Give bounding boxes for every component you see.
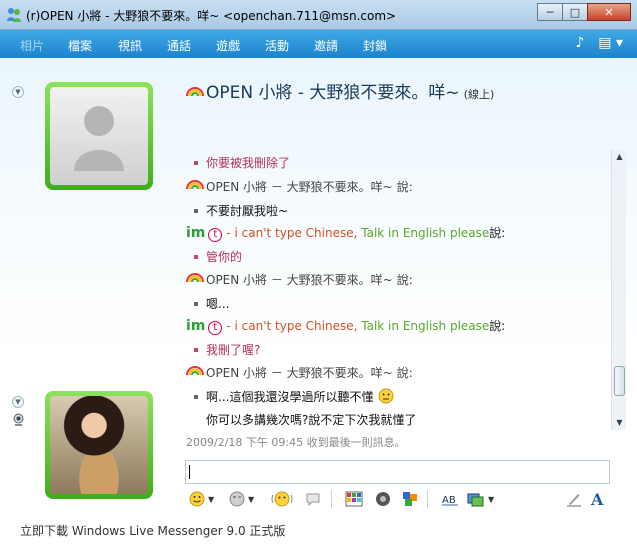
close-button[interactable]: ✕: [587, 3, 631, 21]
minimize-button[interactable]: ─: [537, 3, 563, 21]
menu-item-activities[interactable]: 活動: [265, 37, 289, 54]
font-ab-icon: AB: [442, 495, 458, 506]
handwriting-button[interactable]: [566, 489, 582, 509]
thinking-emoticon-icon: [378, 388, 394, 404]
speaker-icon: [376, 492, 390, 506]
svg-text:AB: AB: [442, 495, 456, 506]
t-badge-icon: t: [208, 228, 223, 242]
smiley-icon: [189, 491, 205, 507]
voice-clip-button[interactable]: ▼: [229, 489, 254, 509]
speech-bubble-icon: [306, 493, 320, 507]
message-line: 你可以多講幾次嗎?說不定下次我就懂了: [206, 413, 417, 427]
t-badge-icon: t: [208, 321, 223, 335]
menu-bar: 相片 檔案 視訊 通話 遊戲 活動 邀請 封鎖 ♪ ▤ ▾: [0, 30, 637, 58]
font-button[interactable]: AB: [441, 489, 459, 509]
color-grid-icon: [345, 491, 363, 507]
games-button[interactable]: [401, 489, 419, 509]
chat-history: 你要被我刪除了 OPEN 小將 － 大野狼不要來。咩~ 說: 不要討厭我啦~ im…: [186, 136, 610, 448]
options-menu-icon[interactable]: ▤ ▾: [598, 35, 623, 51]
sender-line: OPEN 小將 － 大野狼不要來。咩~ 說:: [186, 178, 413, 195]
default-user-icon: [74, 106, 124, 171]
sender-line: OPEN 小將 － 大野狼不要來。咩~ 說:: [186, 271, 413, 288]
text-format-icon[interactable]: A: [591, 489, 603, 509]
sender-line: OPEN 小將 － 大野狼不要來。咩~ 說:: [186, 364, 413, 381]
scroll-up-icon[interactable]: ▲: [612, 150, 627, 164]
menu-item-block[interactable]: 封鎖: [363, 37, 387, 54]
pen-icon: [567, 494, 581, 507]
sender-line: im t - i can't type Chinese, Talk in Engli…: [186, 318, 506, 335]
menu-item-games[interactable]: 遊戲: [216, 37, 240, 54]
message-line: 管你的: [186, 248, 242, 265]
title-bar: (r)OPEN 小將 - 大野狼不要來。咩~ <openchan.711@msn…: [0, 0, 637, 30]
rainbow-icon: [186, 87, 204, 96]
send-file-button[interactable]: ▼: [467, 489, 494, 509]
sender-line: im t - i can't type Chinese, Talk in Engli…: [186, 225, 506, 242]
collapse-contact-icon[interactable]: ▼: [12, 86, 24, 98]
messenger-buddy-icon: [7, 8, 21, 22]
maximize-button[interactable]: □: [562, 3, 588, 21]
music-note-icon[interactable]: ♪: [575, 35, 584, 51]
rainbow-icon: [186, 180, 204, 189]
message-line: 嗯...: [186, 295, 229, 312]
wink-icon: [229, 491, 245, 507]
rainbow-icon: [186, 366, 204, 375]
emoticon-button[interactable]: ▼: [189, 489, 214, 509]
webcam-icon[interactable]: [12, 413, 25, 426]
chevron-down-icon: ▼: [208, 494, 215, 504]
collapse-own-avatar-icon[interactable]: ▼: [12, 396, 24, 408]
message-input[interactable]: [185, 460, 610, 484]
own-avatar[interactable]: [45, 391, 153, 499]
input-toolbar: ▼ ▼ AB ▼ A: [185, 486, 610, 512]
audio-button[interactable]: [375, 489, 391, 509]
chevron-down-icon: ▼: [248, 494, 255, 504]
menu-item-video[interactable]: 視訊: [118, 37, 142, 54]
wink-button[interactable]: [305, 489, 321, 509]
nudge-icon: [271, 491, 293, 507]
contact-avatar[interactable]: [45, 82, 153, 190]
last-message-timestamp: 2009/2/18 下午 09:45 收到最後一則訊息。: [186, 436, 406, 448]
contact-name: OPEN 小將 - 大野狼不要來。咩~: [206, 83, 460, 103]
menu-item-files[interactable]: 檔案: [68, 37, 92, 54]
own-avatar-photo: [50, 396, 148, 494]
history-scrollbar[interactable]: ▲ ▼: [611, 150, 626, 430]
picture-icon: [467, 493, 484, 507]
scroll-thumb[interactable]: [614, 366, 625, 396]
background-button[interactable]: [345, 489, 363, 509]
nudge-button[interactable]: [271, 489, 293, 509]
im-initiative-icon: im: [186, 225, 206, 241]
download-promo-link[interactable]: 立即下載 Windows Live Messenger 9.0 正式版: [20, 522, 285, 539]
conversation-window: ▼ OPEN 小將 - 大野狼不要來。咩~ (線上) 你要被我刪除了 OPEN 小…: [0, 58, 637, 553]
scroll-down-icon[interactable]: ▼: [612, 416, 627, 430]
message-line: 不要討厭我啦~: [186, 202, 288, 219]
menu-item-invite[interactable]: 邀請: [314, 37, 338, 54]
im-initiative-icon: im: [186, 318, 206, 334]
message-line: 你要被我刪除了: [186, 154, 290, 171]
contact-status: (線上): [463, 88, 495, 101]
window-title: (r)OPEN 小將 - 大野狼不要來。咩~ <openchan.711@msn…: [26, 9, 397, 23]
message-line: 啊...這個我還沒學過所以聽不懂: [186, 388, 395, 405]
rainbow-icon: [186, 273, 204, 282]
menu-item-photos[interactable]: 相片: [20, 37, 44, 54]
chevron-down-icon: ▼: [488, 494, 495, 504]
colorful-blocks-icon: [403, 492, 417, 506]
menu-item-call[interactable]: 通話: [167, 37, 191, 54]
message-line: 我刪了喔?: [186, 341, 260, 358]
contact-header: OPEN 小將 - 大野狼不要來。咩~ (線上): [186, 78, 494, 103]
